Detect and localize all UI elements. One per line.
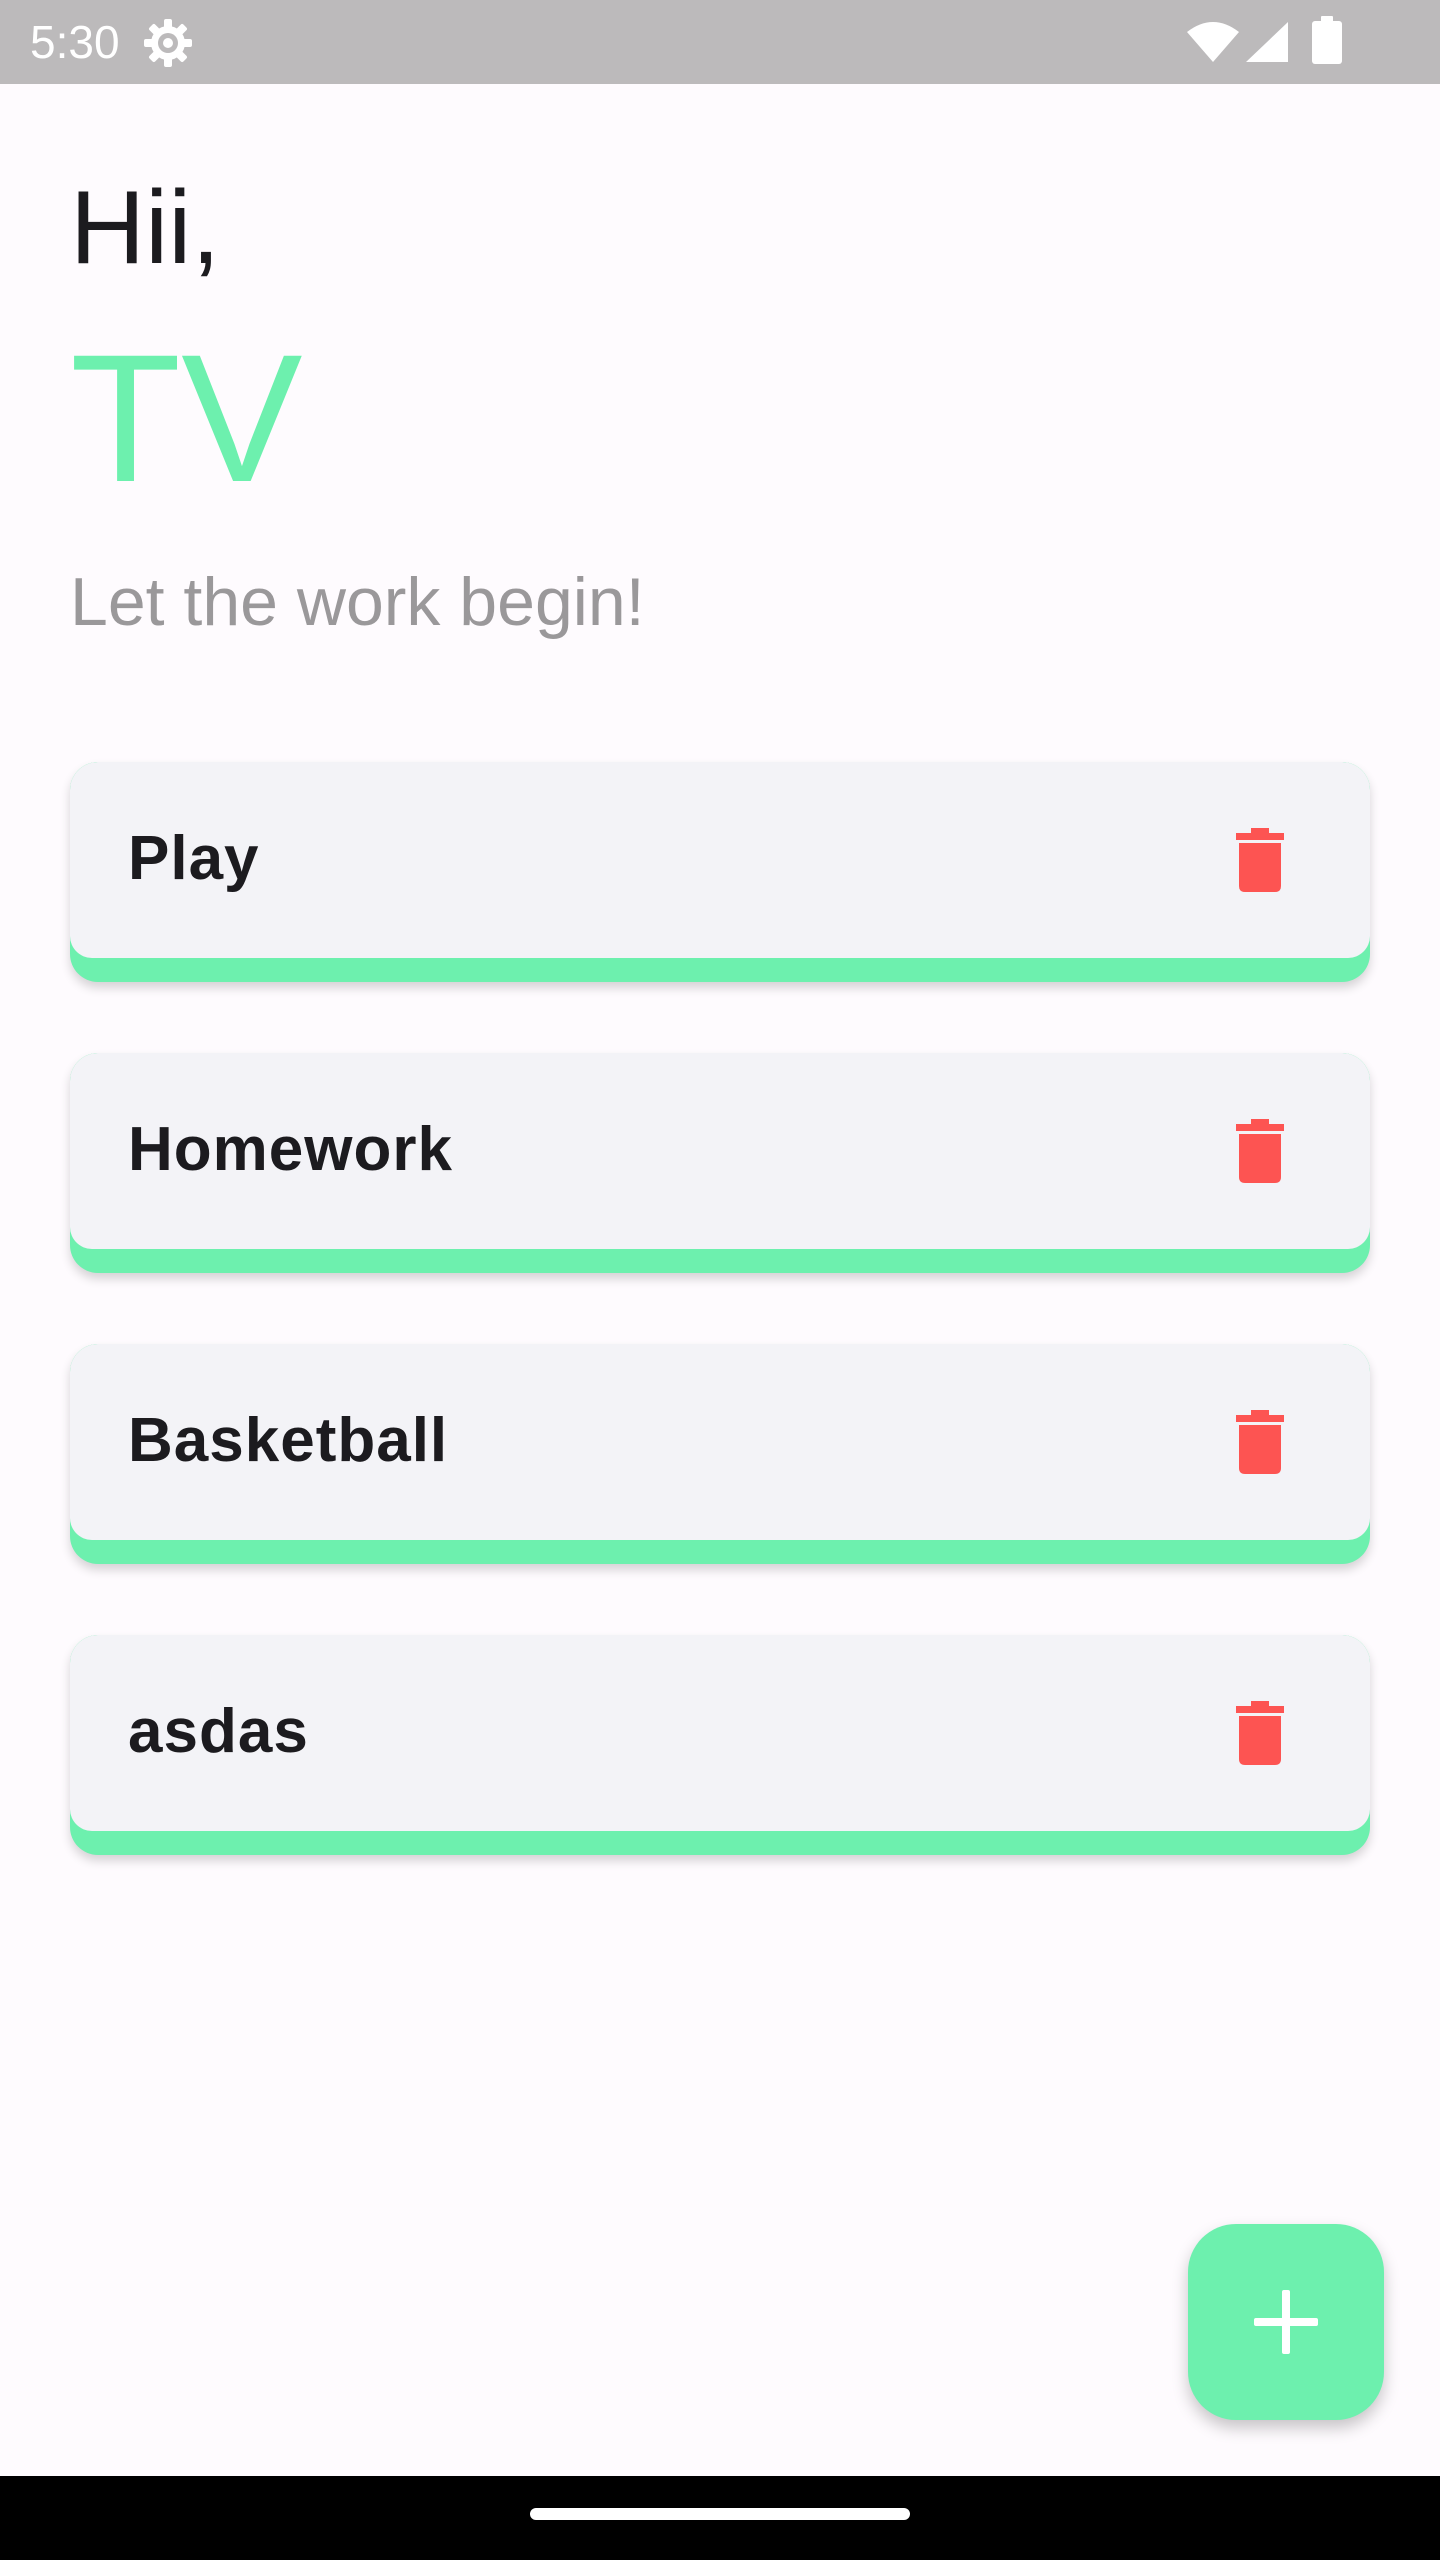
- task-card[interactable]: Play: [70, 762, 1370, 982]
- trash-icon: [1236, 828, 1284, 892]
- signal-icon: [1246, 22, 1288, 62]
- home-indicator[interactable]: [530, 2508, 910, 2520]
- add-task-button[interactable]: [1188, 2224, 1384, 2420]
- greeting-text: Hii,: [70, 170, 221, 286]
- status-bar: 5:30: [0, 0, 1440, 84]
- trash-icon: [1236, 1701, 1284, 1765]
- task-title: Basketball: [128, 1406, 449, 1475]
- delete-button[interactable]: [1210, 1101, 1310, 1201]
- subtitle-text: Let the work begin!: [70, 564, 645, 640]
- task-card[interactable]: Basketball: [70, 1344, 1370, 1564]
- task-card[interactable]: asdas: [70, 1635, 1370, 1855]
- task-title: Play: [128, 824, 260, 893]
- task-card-body: [70, 762, 1370, 958]
- user-name: TV: [70, 316, 303, 520]
- trash-icon: [1236, 1119, 1284, 1183]
- delete-button[interactable]: [1210, 1392, 1310, 1492]
- battery-icon: [1312, 16, 1342, 64]
- task-list: Play Homework Basketball asdas: [70, 762, 1370, 1926]
- delete-button[interactable]: [1210, 810, 1310, 910]
- wifi-icon: [1187, 22, 1239, 62]
- task-card[interactable]: Homework: [70, 1053, 1370, 1273]
- delete-button[interactable]: [1210, 1683, 1310, 1783]
- task-title: Homework: [128, 1115, 453, 1184]
- status-time: 5:30: [30, 16, 120, 68]
- settings-icon: [144, 19, 192, 67]
- task-title: asdas: [128, 1697, 309, 1766]
- plus-icon: [1254, 2290, 1318, 2354]
- trash-icon: [1236, 1410, 1284, 1474]
